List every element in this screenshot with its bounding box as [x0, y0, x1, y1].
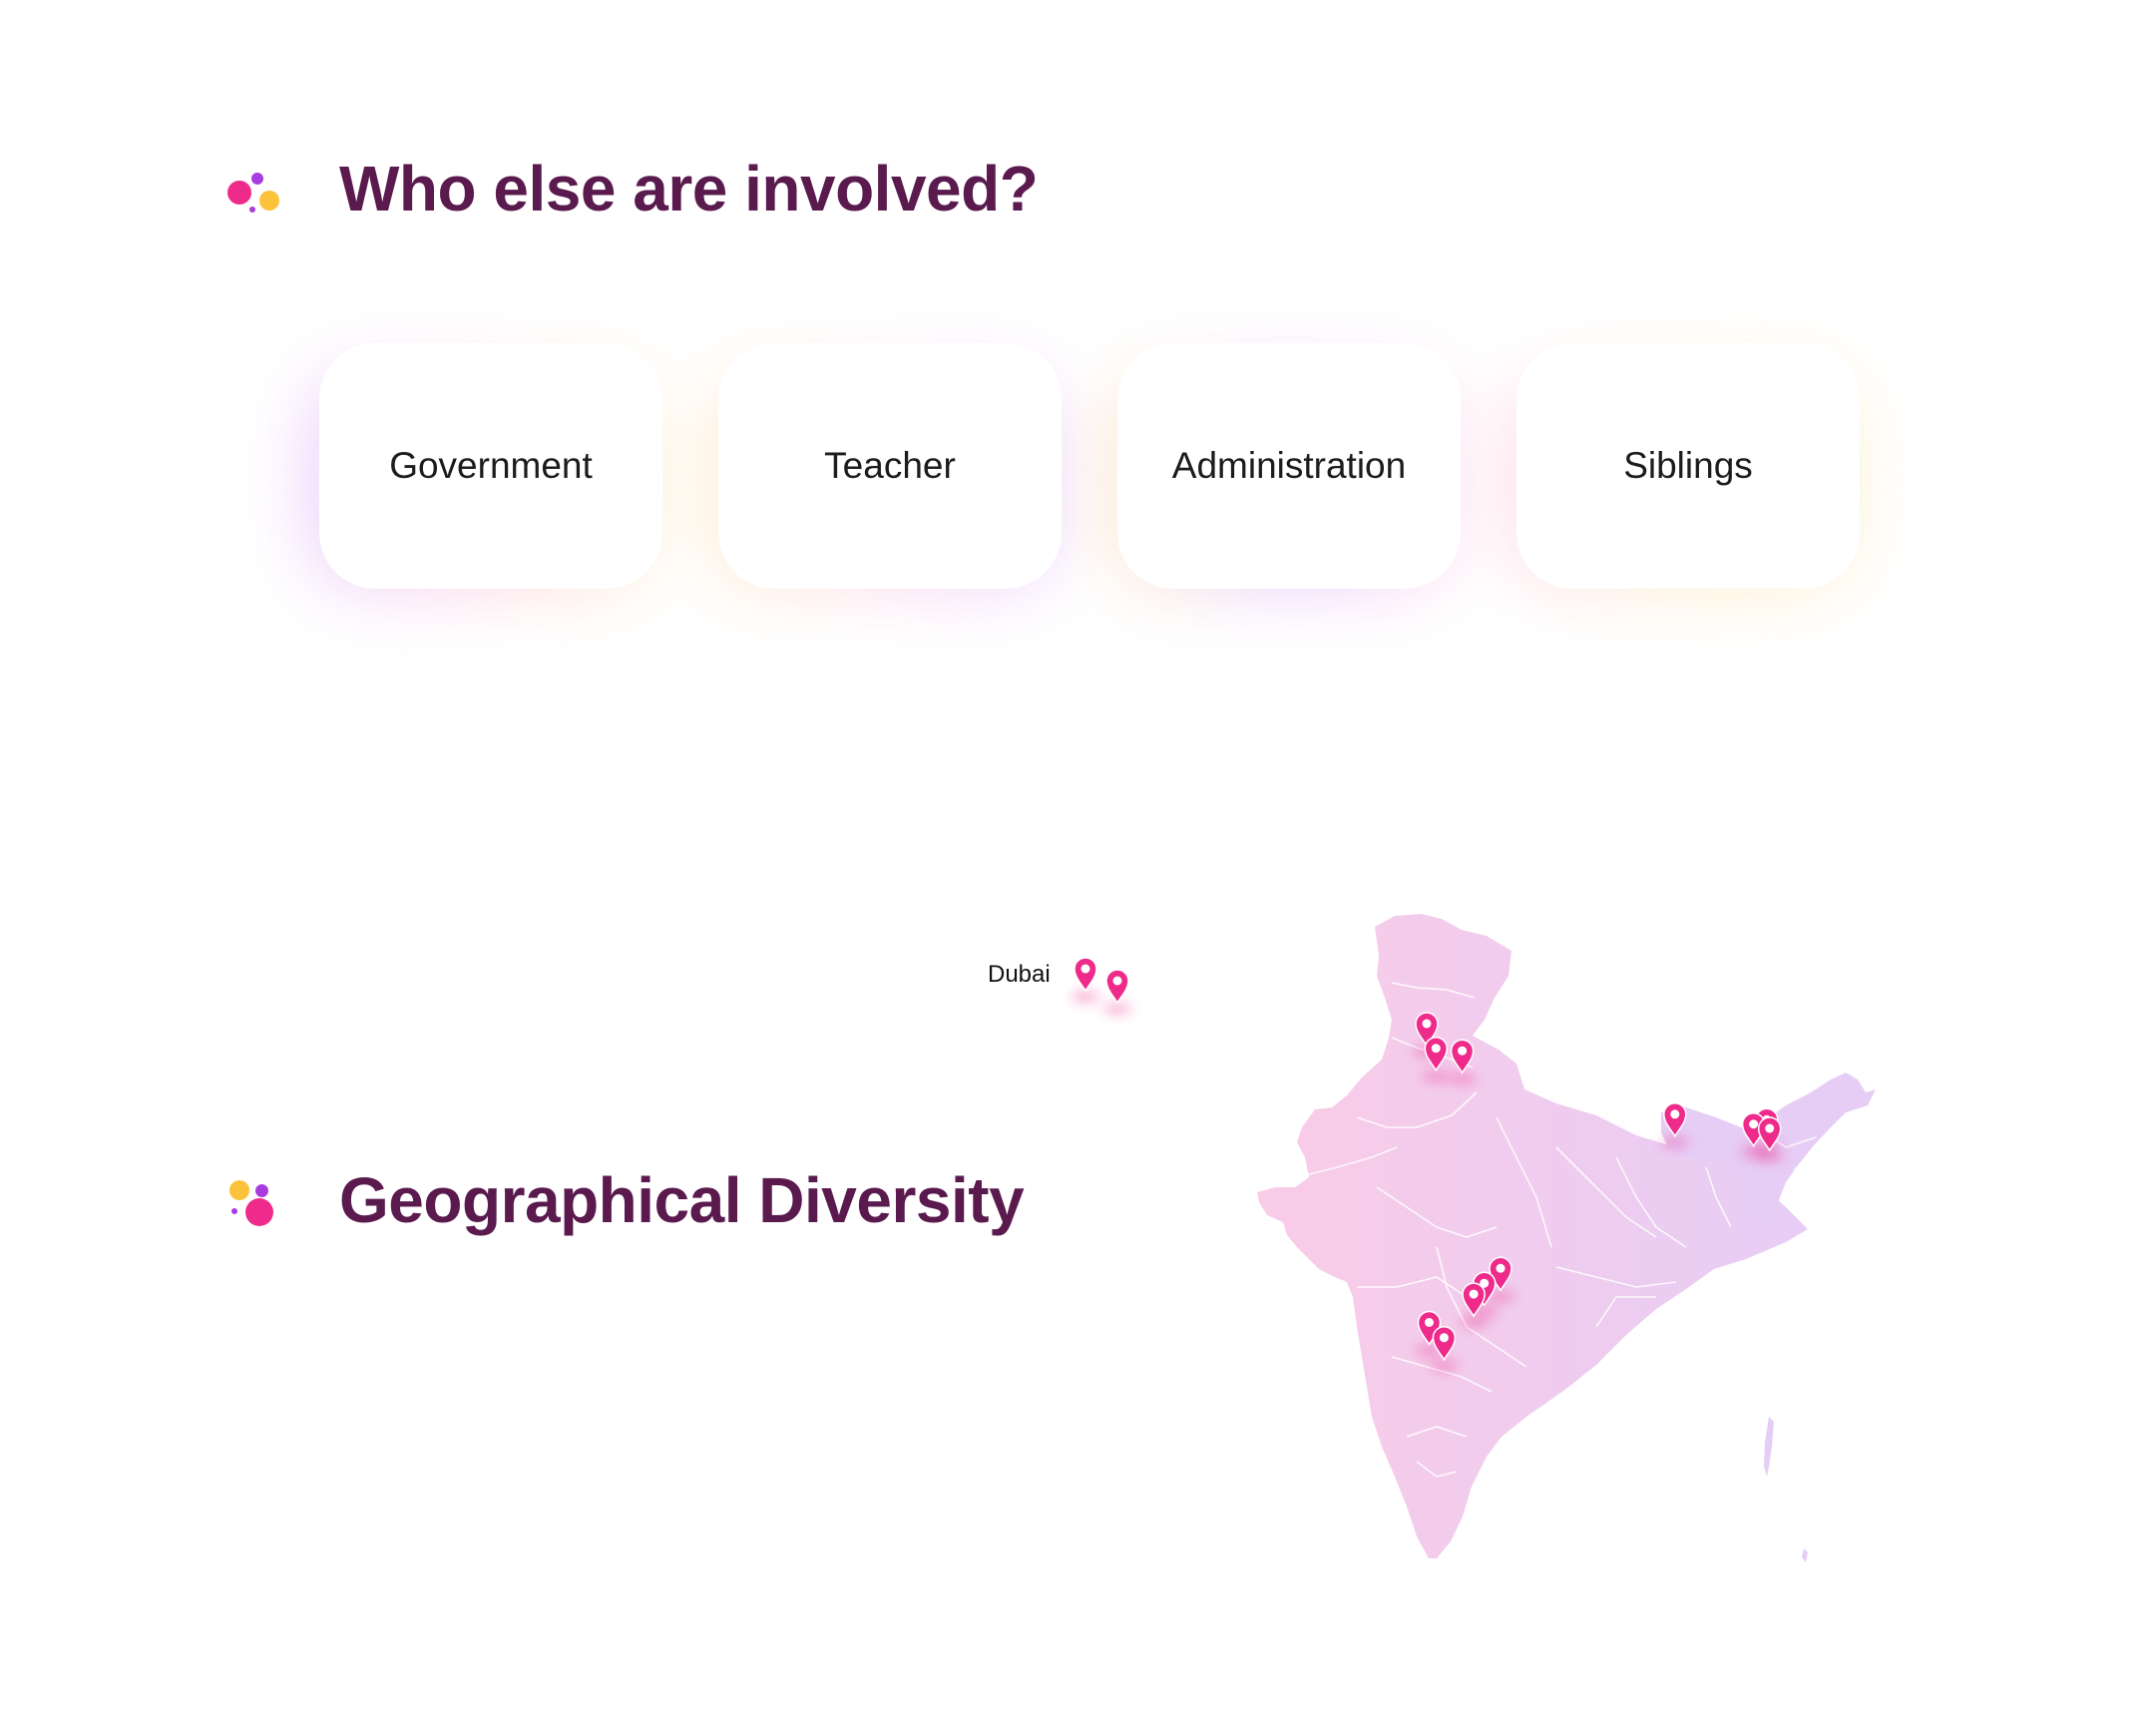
dot-yellow [259, 191, 279, 211]
dot-pink [245, 1198, 273, 1226]
dot-yellow [229, 1180, 249, 1200]
map-pin-icon[interactable] [1460, 1282, 1489, 1329]
map-pin-icon[interactable] [1752, 1107, 1781, 1154]
nicobar-islands [1802, 1548, 1808, 1562]
card-label: Administration [1171, 445, 1407, 486]
section-title-text: Geographical Diversity [339, 1164, 1025, 1236]
dot-purple [251, 173, 263, 185]
india-map: Dubai [0, 0, 2156, 1732]
map-pin-icon[interactable] [1739, 1111, 1768, 1158]
northeast-landmass [1661, 1073, 1876, 1232]
dot-purple-small [231, 1208, 237, 1214]
map-pin-icon[interactable] [1072, 957, 1099, 1003]
map-pin-icon[interactable] [1103, 969, 1131, 1015]
state-borders [1296, 982, 1817, 1478]
card-label: Government [389, 445, 593, 486]
andaman-islands [1764, 1417, 1774, 1477]
dot-pink [227, 181, 251, 205]
map-pin-icon[interactable] [1430, 1326, 1459, 1372]
map-canvas [1072, 914, 1876, 1562]
pins-layer [1072, 957, 1784, 1372]
logo-dots-icon [223, 157, 287, 220]
stakeholder-cards: Government Teacher Administration Siblin… [309, 343, 1860, 589]
dot-purple [255, 1184, 268, 1197]
section-title-geography: Geographical Diversity [223, 1163, 1025, 1237]
logo-dots-icon [223, 1168, 287, 1232]
card-administration: Administration [1117, 343, 1461, 589]
card-siblings: Siblings [1516, 343, 1860, 589]
map-pin-icon[interactable] [1422, 1036, 1451, 1082]
card-label: Siblings [1623, 445, 1753, 486]
section-title-involved: Who else are involved? [223, 152, 1039, 225]
map-pin-icon[interactable] [1413, 1012, 1441, 1058]
page-title: Who else are involved? [339, 153, 1039, 224]
card-teacher: Teacher [718, 343, 1062, 589]
map-label-dubai: Dubai [988, 961, 1051, 988]
dot-purple-small [249, 207, 255, 213]
map-pin-icon[interactable] [1755, 1116, 1784, 1162]
map-pin-icon[interactable] [1415, 1310, 1444, 1357]
card-government: Government [319, 343, 662, 589]
card-label: Teacher [824, 445, 956, 486]
map-pin-icon[interactable] [1660, 1102, 1689, 1148]
map-pin-icon[interactable] [1470, 1271, 1499, 1318]
map-pin-icon[interactable] [1487, 1256, 1514, 1303]
india-landmass [1257, 914, 1808, 1558]
map-pin-icon[interactable] [1448, 1039, 1477, 1085]
